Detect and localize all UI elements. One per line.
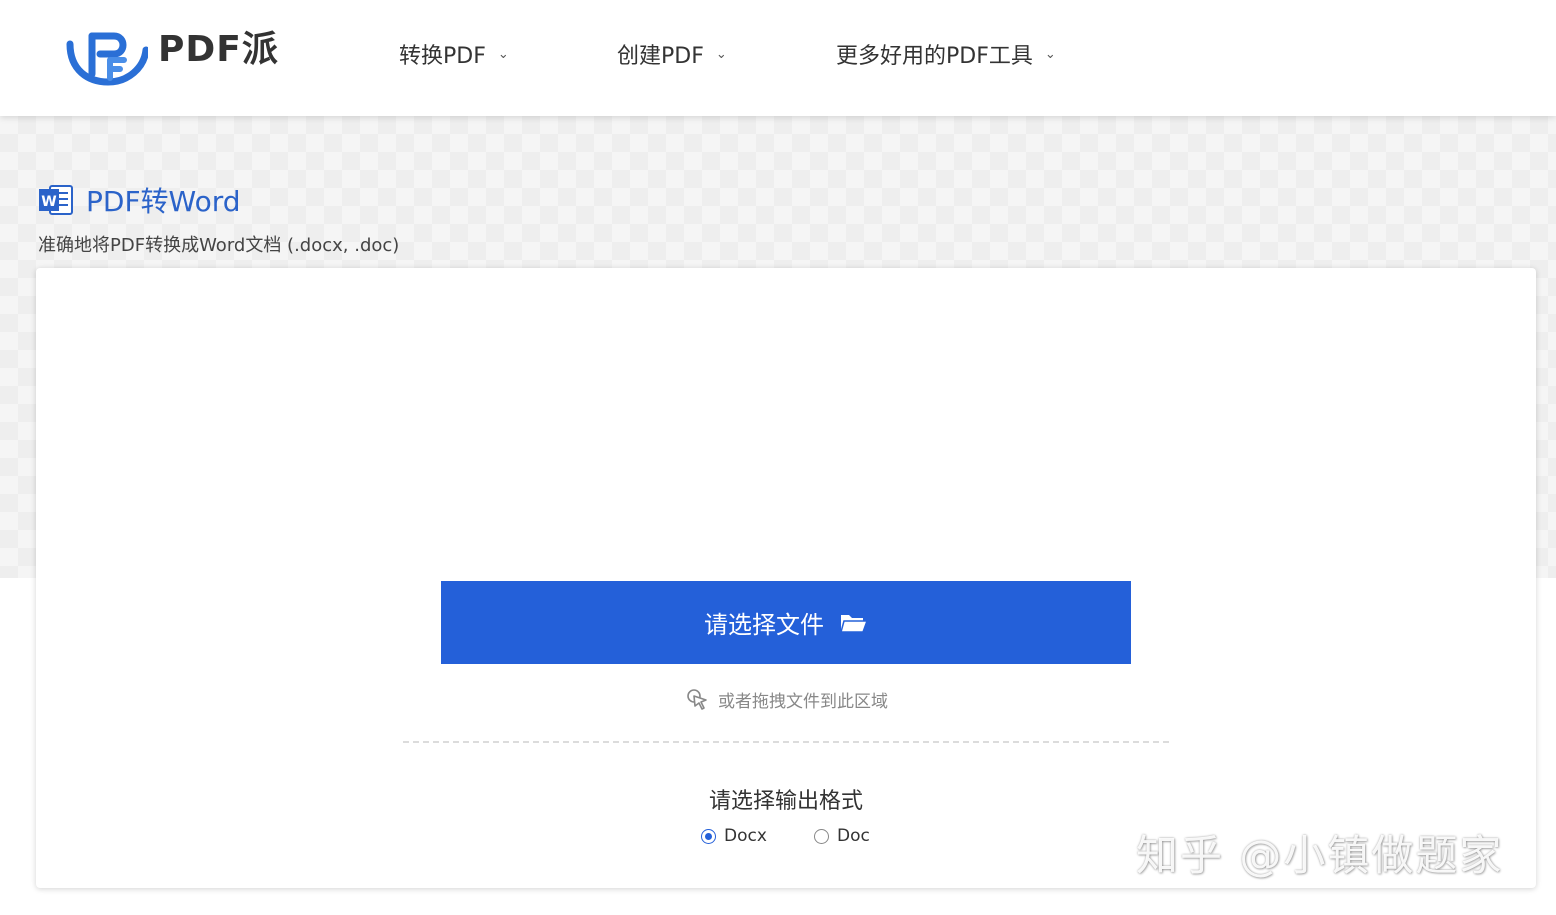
radio-doc[interactable]: Doc <box>814 826 870 846</box>
nav-more-tools[interactable]: 更多好用的PDF工具 ⌄ <box>836 38 1056 70</box>
tool-title-row: W PDF转Word <box>38 180 241 220</box>
select-file-label: 请选择文件 <box>704 611 824 639</box>
chevron-down-icon: ⌄ <box>715 46 727 62</box>
drag-hint-text: 或者拖拽文件到此区域 <box>718 691 888 712</box>
nav-convert-pdf[interactable]: 转换PDF ⌄ <box>399 38 509 70</box>
word-icon: W <box>39 185 73 215</box>
drag-pointer-icon <box>687 689 707 710</box>
top-header: PDF派 转换PDF ⌄ 创建PDF ⌄ 更多好用的PDF工具 ⌄ <box>0 0 1556 116</box>
nav-item-label: 更多好用的PDF工具 <box>836 44 1033 69</box>
page-subtitle: 准确地将PDF转换成Word文档 (.docx, .doc) <box>38 235 400 256</box>
drag-drop-hint: 或者拖拽文件到此区域 <box>36 686 1536 712</box>
chevron-down-icon: ⌄ <box>1044 46 1056 62</box>
radio-label-doc: Doc <box>837 826 870 846</box>
folder-open-icon <box>840 614 868 633</box>
pdfpai-logo-icon[interactable] <box>66 22 148 86</box>
radio-docx[interactable]: Docx <box>701 826 767 846</box>
divider <box>403 741 1169 743</box>
nav-create-pdf[interactable]: 创建PDF ⌄ <box>617 38 727 70</box>
upload-card[interactable]: 请选择文件 或者拖拽文件到此区域 请选择输出格式 Docx Doc <box>36 268 1536 888</box>
select-file-button[interactable]: 请选择文件 <box>441 581 1131 664</box>
radio-button[interactable] <box>814 828 829 844</box>
watermark: 知乎 @小镇做题家 <box>1136 831 1504 880</box>
svg-text:W: W <box>41 194 56 210</box>
radio-button-checked[interactable] <box>701 828 716 844</box>
brand-name[interactable]: PDF派 <box>158 20 279 72</box>
nav-item-label: 创建PDF <box>617 44 704 69</box>
radio-label-docx: Docx <box>724 826 767 846</box>
nav-item-label: 转换PDF <box>399 44 486 69</box>
page-title: PDF转Word <box>86 185 241 218</box>
output-format-label: 请选择输出格式 <box>708 789 863 814</box>
chevron-down-icon: ⌄ <box>497 46 509 62</box>
